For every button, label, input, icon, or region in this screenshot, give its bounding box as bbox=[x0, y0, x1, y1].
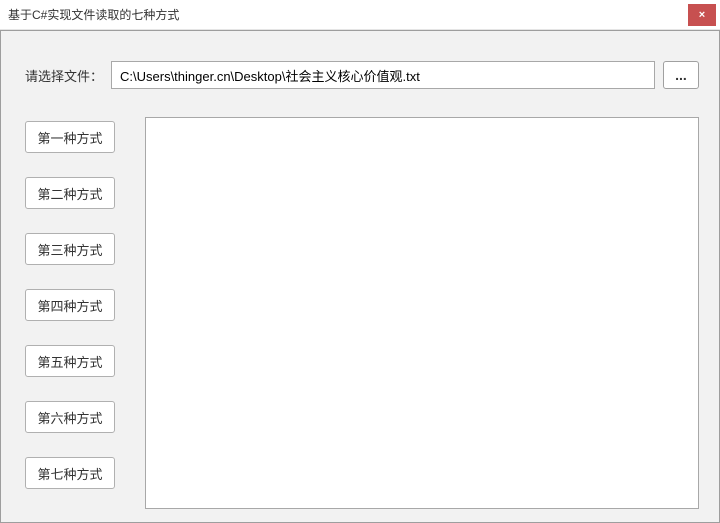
method-5-button[interactable]: 第五种方式 bbox=[25, 345, 115, 377]
main-row: 第一种方式 第二种方式 第三种方式 第四种方式 第五种方式 第六种方式 第七种方… bbox=[25, 117, 699, 509]
output-textarea[interactable] bbox=[145, 117, 699, 509]
method-6-button[interactable]: 第六种方式 bbox=[25, 401, 115, 433]
method-7-button[interactable]: 第七种方式 bbox=[25, 457, 115, 489]
method-2-button[interactable]: 第二种方式 bbox=[25, 177, 115, 209]
method-button-column: 第一种方式 第二种方式 第三种方式 第四种方式 第五种方式 第六种方式 第七种方… bbox=[25, 117, 115, 509]
close-button[interactable]: × bbox=[688, 4, 716, 26]
file-select-label: 请选择文件： bbox=[25, 66, 103, 85]
close-icon: × bbox=[699, 9, 705, 21]
ellipsis-icon: ... bbox=[675, 67, 687, 83]
method-4-button[interactable]: 第四种方式 bbox=[25, 289, 115, 321]
method-3-button[interactable]: 第三种方式 bbox=[25, 233, 115, 265]
titlebar: 基于C#实现文件读取的七种方式 × bbox=[0, 0, 720, 30]
window-title: 基于C#实现文件读取的七种方式 bbox=[8, 6, 179, 23]
browse-button[interactable]: ... bbox=[663, 61, 699, 89]
file-path-input[interactable] bbox=[111, 61, 655, 89]
file-select-row: 请选择文件： ... bbox=[25, 61, 699, 89]
content-area: 请选择文件： ... 第一种方式 第二种方式 第三种方式 第四种方式 第五种方式… bbox=[0, 30, 720, 523]
method-1-button[interactable]: 第一种方式 bbox=[25, 121, 115, 153]
